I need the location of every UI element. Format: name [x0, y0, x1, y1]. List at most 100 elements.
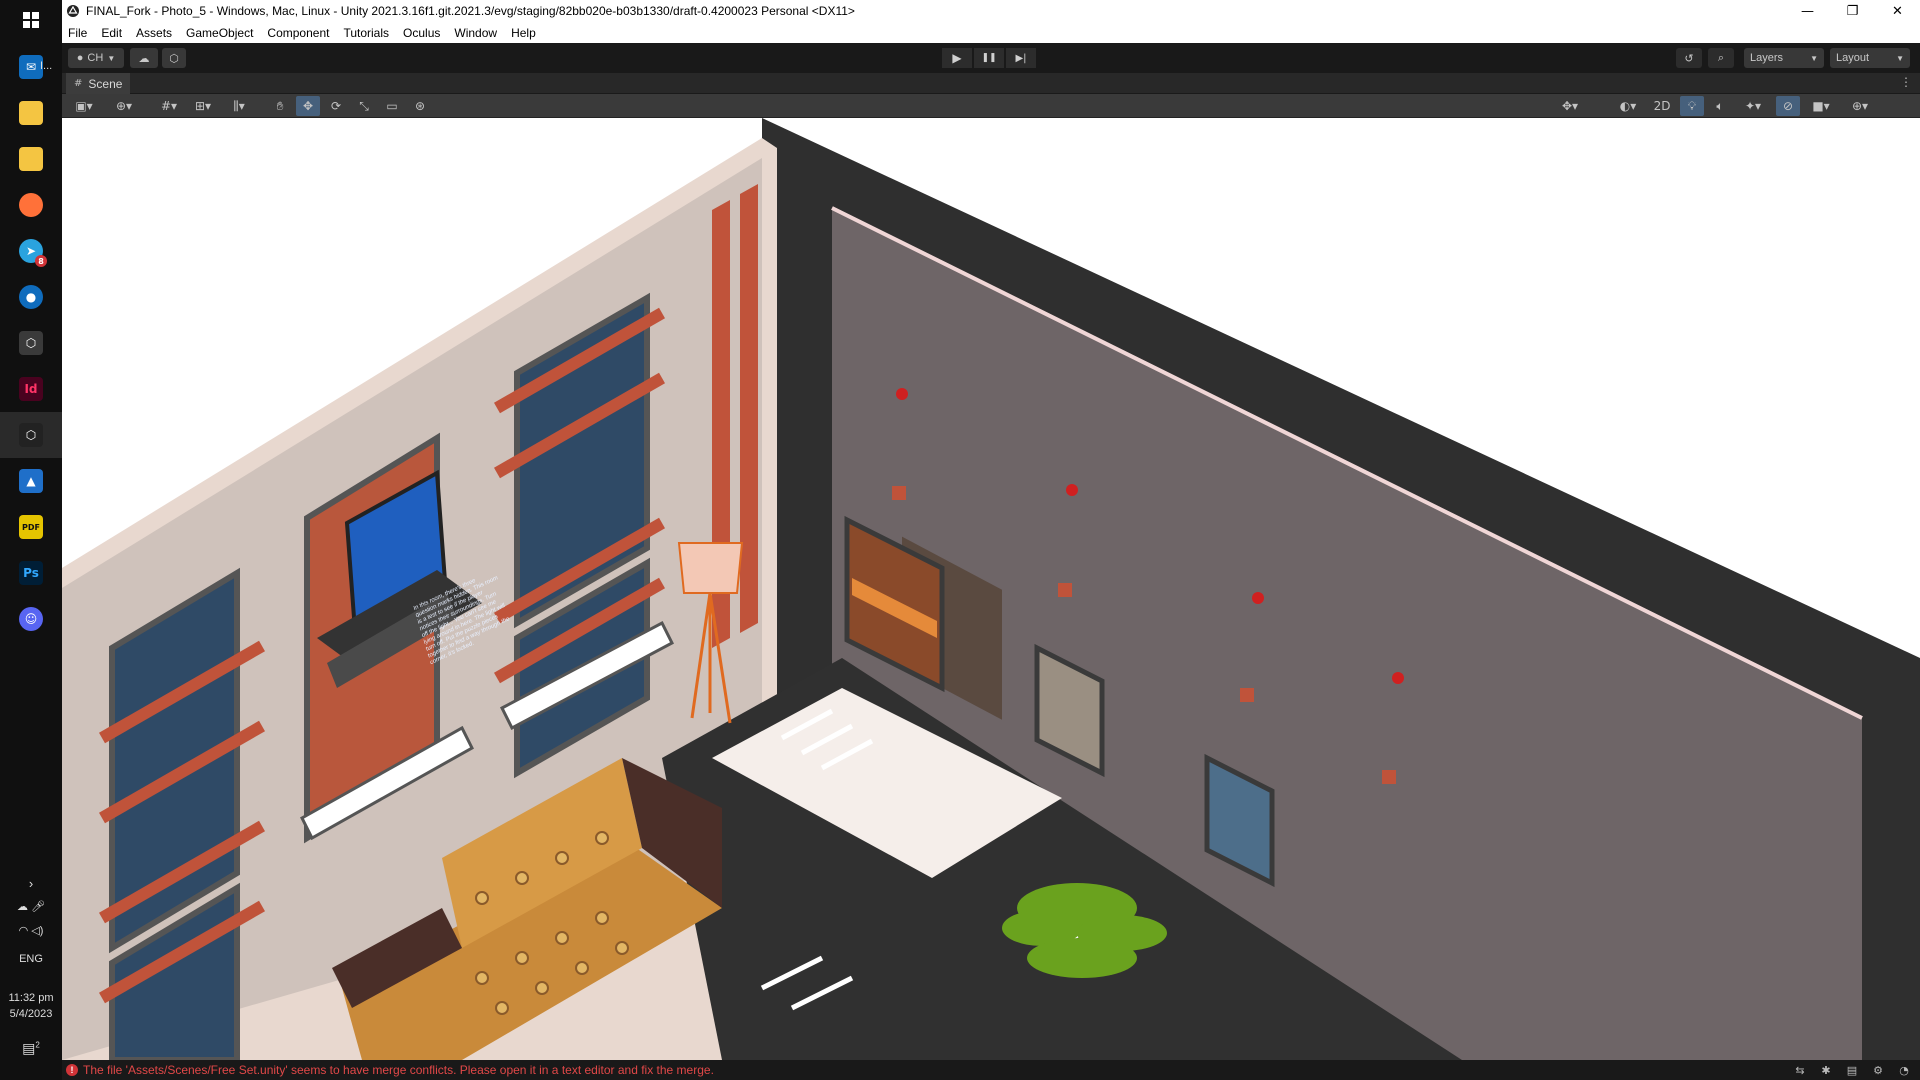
- taskbar-file-explorer[interactable]: [0, 90, 62, 136]
- rotate-tool[interactable]: ⟳: [324, 96, 348, 116]
- rect-icon: ▭: [386, 99, 398, 113]
- step-button[interactable]: ▶|: [1006, 48, 1036, 68]
- draw-mode-icon: ▣▾: [75, 99, 93, 113]
- snap-increment-dropdown[interactable]: ⊞▾: [188, 96, 218, 116]
- cache-icon[interactable]: ▤: [1842, 1062, 1862, 1078]
- taskbar-maps[interactable]: ●: [0, 274, 62, 320]
- play-controls: ▶ ❚❚ ▶|: [942, 48, 1038, 68]
- windows-logo-icon: [23, 12, 39, 28]
- account-label: CH: [87, 52, 104, 64]
- menu-gameobject[interactable]: GameObject: [186, 26, 253, 40]
- move-tool[interactable]: ✥: [296, 96, 320, 116]
- restore-button[interactable]: ❐: [1830, 0, 1875, 22]
- transform-tool[interactable]: ⊛: [408, 96, 432, 116]
- tab-scene[interactable]: # Scene: [66, 73, 131, 94]
- tray-wifi-volume-icons[interactable]: ◠ ◁): [0, 924, 62, 937]
- scene-render: [62, 118, 1920, 1060]
- sync-icon[interactable]: ⇆: [1790, 1062, 1810, 1078]
- audio-toggle[interactable]: 🔈︎: [1708, 96, 1732, 116]
- grid-snap-dropdown[interactable]: #▾: [154, 96, 184, 116]
- folder-icon: [19, 101, 43, 125]
- tray-cloud-mic-icons[interactable]: ☁ 🎤︎: [0, 900, 62, 913]
- taskbar-mail[interactable]: ✉ I...: [0, 44, 62, 90]
- minimize-button[interactable]: —: [1785, 0, 1830, 22]
- unity-hub-icon: ⬡: [19, 331, 43, 355]
- align-icon: ⫼▾: [233, 98, 245, 113]
- taskbar-unity-hub[interactable]: ⬡: [0, 320, 62, 366]
- hidden-objects-toggle[interactable]: ⊘: [1776, 96, 1800, 116]
- menu-component[interactable]: Component: [267, 26, 329, 40]
- layout-label: Layout: [1836, 52, 1870, 64]
- camera-dropdown[interactable]: ■▾: [1804, 96, 1838, 116]
- start-button[interactable]: [0, 0, 62, 40]
- scene-toolbar: ▣▾ ⊕▾ #▾ ⊞▾ ⫼▾ ✋︎ ✥ ⟳ ⤡ ▭ ⊛ ✥▾ ◐▾ 2D 💡︎ …: [62, 94, 1920, 118]
- taskbar-firefox[interactable]: [0, 182, 62, 228]
- toggle-2d[interactable]: 2D: [1650, 96, 1674, 116]
- main-toolbar: ● CH ▼ ☁ ⬡ ▶ ❚❚ ▶| ↺ ⌕ Layers ▼ Layout ▼: [62, 43, 1920, 73]
- search-icon: ⌕: [1717, 51, 1725, 64]
- windows-taskbar: ✉ I... ➤ 8 ● ⬡ Id ⬡ ▲ PDF Ps ☺ › ☁ 🎤︎ ◠ …: [0, 0, 62, 1080]
- menu-edit[interactable]: Edit: [101, 26, 122, 40]
- status-message[interactable]: The file 'Assets/Scenes/Free Set.unity' …: [83, 1063, 714, 1077]
- scale-tool[interactable]: ⤡: [352, 96, 376, 116]
- collab-icon: ⬡: [169, 52, 179, 65]
- speaker-icon: 🔈︎: [1716, 98, 1724, 113]
- indesign-icon: Id: [19, 377, 43, 401]
- menu-oculus[interactable]: Oculus: [403, 26, 440, 40]
- window-title: FINAL_Fork - Photo_5 - Windows, Mac, Lin…: [86, 4, 855, 18]
- layout-dropdown[interactable]: Layout ▼: [1830, 48, 1910, 68]
- layers-dropdown[interactable]: Layers ▼: [1744, 48, 1824, 68]
- collab-button[interactable]: ⬡: [162, 48, 186, 68]
- photoshop-icon: Ps: [19, 561, 43, 585]
- close-button[interactable]: ✕: [1875, 0, 1920, 22]
- history-button[interactable]: ↺: [1676, 48, 1702, 68]
- notification-center-icon[interactable]: ▤2: [0, 1040, 62, 1057]
- taskbar-photoshop[interactable]: Ps: [0, 550, 62, 596]
- settings-icon[interactable]: ⚙: [1868, 1062, 1888, 1078]
- clock-time[interactable]: 11:32 pm: [0, 992, 62, 1004]
- scene-viewport[interactable]: In this room, there's three question mar…: [62, 118, 1920, 1060]
- menu-assets[interactable]: Assets: [136, 26, 172, 40]
- language-indicator[interactable]: ENG: [0, 953, 62, 965]
- taskbar-indesign[interactable]: Id: [0, 366, 62, 412]
- pause-button[interactable]: ❚❚: [974, 48, 1004, 68]
- rect-tool[interactable]: ▭: [380, 96, 404, 116]
- taskbar-discord[interactable]: ☺: [0, 596, 62, 642]
- clock-date[interactable]: 5/4/2023: [0, 1008, 62, 1020]
- menu-tutorials[interactable]: Tutorials: [343, 26, 389, 40]
- chevron-down-icon: ▼: [1810, 53, 1818, 63]
- tool-settings-dropdown[interactable]: ✥▾: [1552, 96, 1588, 116]
- align-dropdown[interactable]: ⫼▾: [222, 96, 256, 116]
- shading-mode-dropdown[interactable]: ▣▾: [68, 96, 100, 116]
- gizmos-dropdown[interactable]: ⊕▾: [1842, 96, 1878, 116]
- progress-icon[interactable]: ◔: [1894, 1062, 1914, 1078]
- menu-file[interactable]: File: [68, 26, 87, 40]
- global-toggle[interactable]: ⊕▾: [106, 96, 142, 116]
- tray-expand-icon[interactable]: ›: [0, 876, 62, 891]
- bug-icon[interactable]: ✱: [1816, 1062, 1836, 1078]
- menu-window[interactable]: Window: [454, 26, 497, 40]
- layers-label: Layers: [1750, 52, 1784, 64]
- search-button[interactable]: ⌕: [1708, 48, 1734, 68]
- taskbar-photos[interactable]: ▲: [0, 458, 62, 504]
- shading-dropdown[interactable]: ◐▾: [1610, 96, 1646, 116]
- play-button[interactable]: ▶: [942, 48, 972, 68]
- taskbar-telegram[interactable]: ➤ 8: [0, 228, 62, 274]
- unity-logo-icon: [67, 5, 79, 17]
- lighting-toggle[interactable]: 💡︎: [1680, 96, 1704, 116]
- more-options-icon[interactable]: ⋮: [1900, 75, 1912, 89]
- taskbar-pdf-reader[interactable]: PDF: [0, 504, 62, 550]
- effects-dropdown[interactable]: ✦▾: [1736, 96, 1770, 116]
- screen: ✉ I... ➤ 8 ● ⬡ Id ⬡ ▲ PDF Ps ☺ › ☁ 🎤︎ ◠ …: [0, 0, 1920, 1080]
- transform-icon: ⊛: [414, 99, 426, 113]
- telegram-badge: 8: [35, 255, 47, 267]
- hand-tool[interactable]: ✋︎: [268, 96, 292, 116]
- mail-label: I...: [40, 60, 53, 72]
- taskbar-unity[interactable]: ⬡: [0, 412, 62, 458]
- menu-help[interactable]: Help: [511, 26, 536, 40]
- cloud-button[interactable]: ☁: [130, 48, 158, 68]
- hand-icon: ✋︎: [276, 98, 284, 113]
- taskbar-files[interactable]: [0, 136, 62, 182]
- account-dropdown[interactable]: ● CH ▼: [68, 48, 124, 68]
- folder-icon: [19, 147, 43, 171]
